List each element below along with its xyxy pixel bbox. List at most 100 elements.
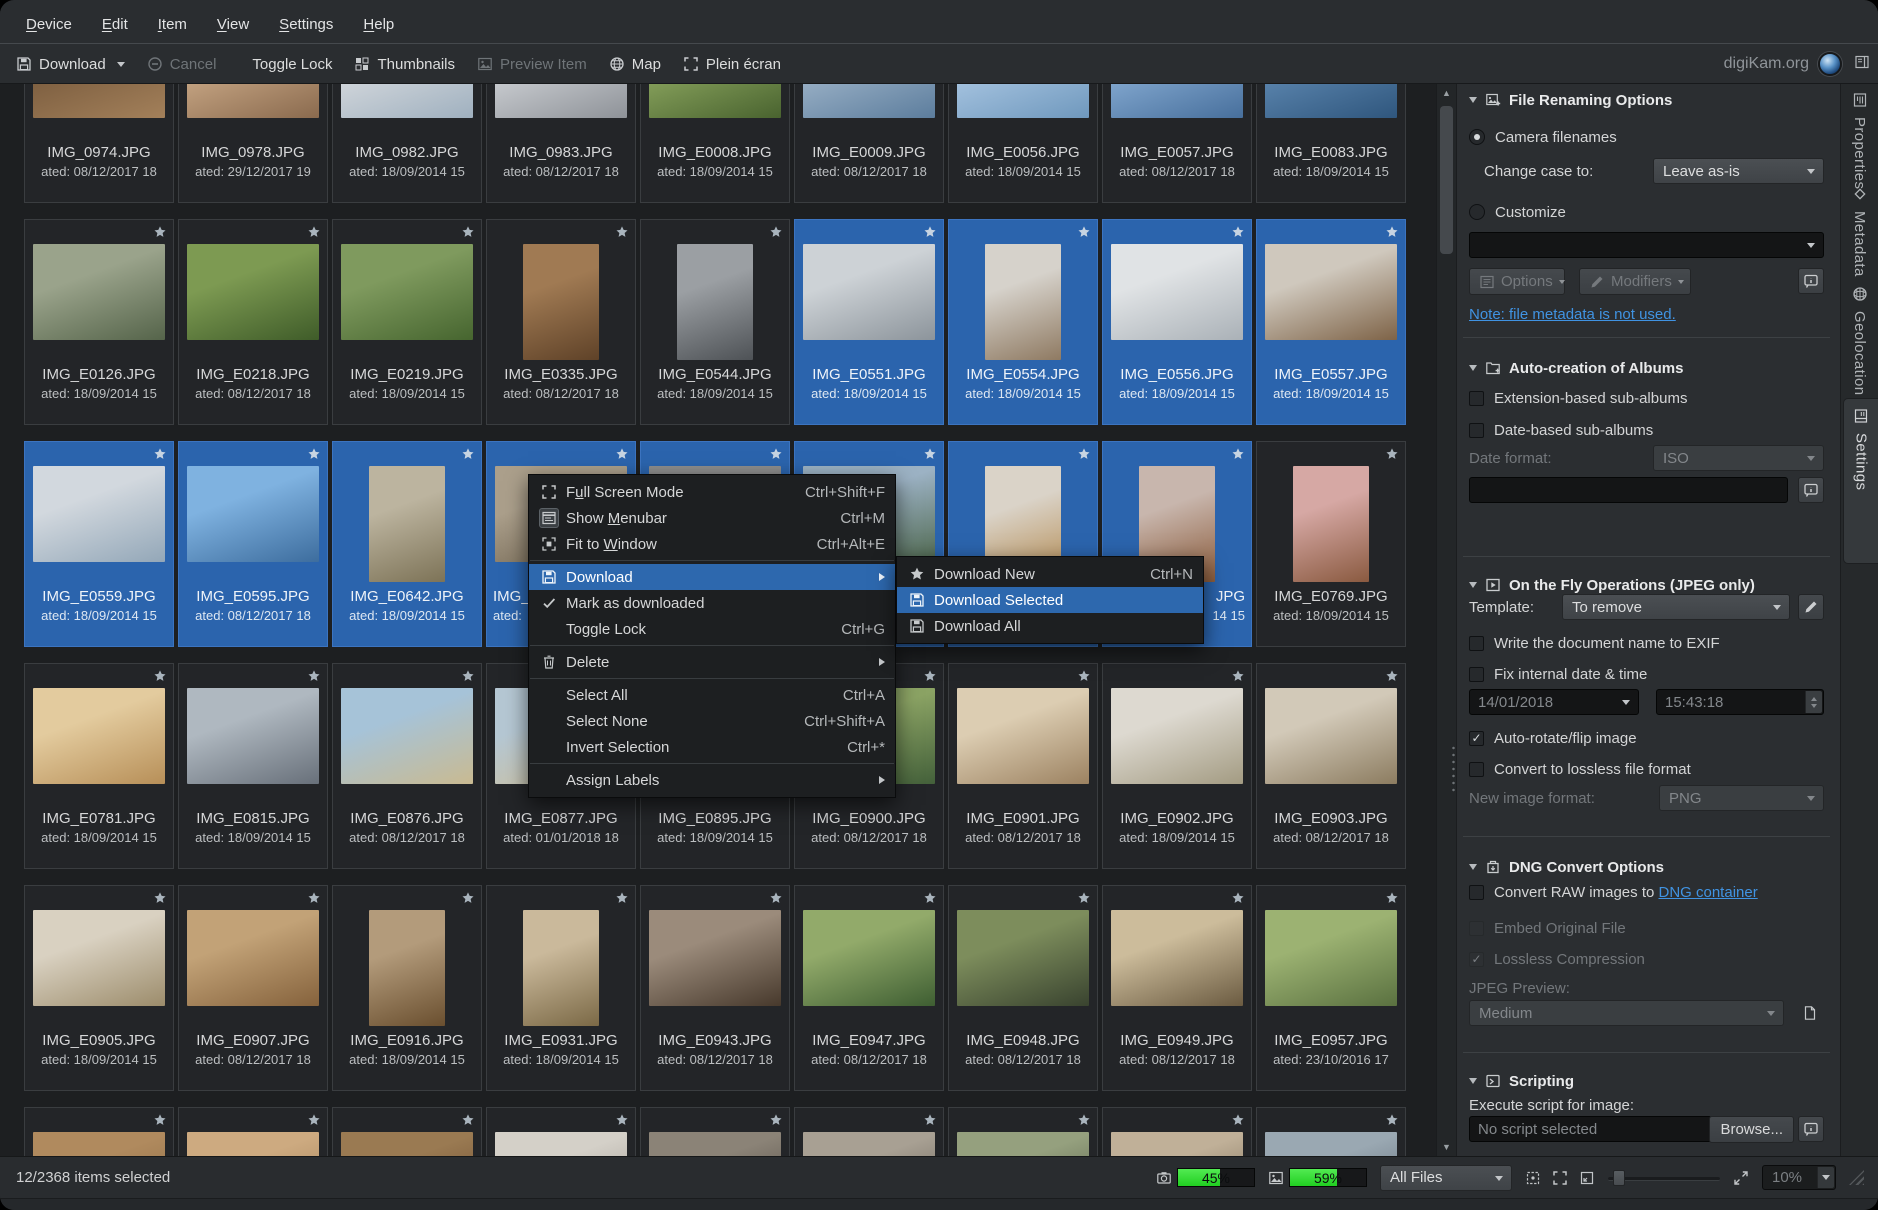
thumbnail-cell[interactable]: IMG_E0556.JPG ated: 18/09/2014 15 [1102, 219, 1252, 425]
section-dng-convert[interactable]: DNG Convert Options [1469, 855, 1824, 879]
star-icon[interactable] [1385, 225, 1399, 239]
checkbox-icon[interactable] [1469, 884, 1484, 900]
photo-thumbnail[interactable] [33, 688, 165, 784]
thumbnail-cell[interactable]: IMG_E0948.JPG ated: 08/12/2017 18 [948, 885, 1098, 1091]
photo-thumbnail[interactable] [523, 244, 599, 360]
photo-thumbnail[interactable] [187, 466, 319, 562]
thumbnail-cell[interactable]: IMG_0974.JPG ated: 08/12/2017 18 [24, 84, 174, 203]
menu-item-full-screen-mode[interactable]: Full Screen Mode Ctrl+Shift+F [529, 479, 895, 505]
thumbnail-cell[interactable]: IMG_0978.JPG ated: 29/12/2017 19 [178, 84, 328, 203]
tab-properties[interactable]: Properties [1841, 92, 1878, 189]
thumbnail-cell[interactable]: IMG_E0957.JPG ated: 23/10/2016 17 [1256, 885, 1406, 1091]
menu-item-select-none[interactable]: Select None Ctrl+Shift+A [529, 708, 895, 734]
star-icon[interactable] [1231, 225, 1245, 239]
photo-thumbnail[interactable] [341, 688, 473, 784]
photo-thumbnail[interactable] [1265, 244, 1397, 340]
photo-thumbnail[interactable] [187, 244, 319, 340]
thumbnail-cell[interactable] [794, 1107, 944, 1156]
thumbnail-cell[interactable]: IMG_E0901.JPG ated: 08/12/2017 18 [948, 663, 1098, 869]
collapse-caret-icon[interactable] [1469, 1078, 1477, 1084]
photo-thumbnail[interactable] [803, 244, 935, 340]
thumbnail-cell[interactable]: IMG_0983.JPG ated: 08/12/2017 18 [486, 84, 636, 203]
auto-rotate-checkbox[interactable]: Auto-rotate/flip image [1469, 725, 1824, 751]
star-icon[interactable] [769, 1113, 783, 1127]
menu-help[interactable]: Help [363, 16, 394, 33]
photo-thumbnail[interactable] [1265, 688, 1397, 784]
thumbnail-cell[interactable]: IMG_E0907.JPG ated: 08/12/2017 18 [178, 885, 328, 1091]
rename-pattern-input[interactable] [1469, 232, 1824, 258]
star-icon[interactable] [1231, 1113, 1245, 1127]
thumbnail-cell[interactable]: IMG_E0557.JPG ated: 18/09/2014 15 [1256, 219, 1406, 425]
photo-thumbnail[interactable] [495, 84, 627, 118]
thumbnail-size-slider[interactable] [1608, 1169, 1720, 1187]
menu-settings[interactable]: Settings [279, 16, 333, 33]
template-edit-button[interactable] [1798, 594, 1824, 620]
file-filter-select[interactable]: All Files [1380, 1164, 1512, 1191]
photo-thumbnail[interactable] [187, 1132, 319, 1156]
thumbnail-cell[interactable]: IMG_E0943.JPG ated: 08/12/2017 18 [640, 885, 790, 1091]
star-icon[interactable] [1077, 447, 1091, 461]
photo-thumbnail[interactable] [677, 244, 753, 360]
photo-thumbnail[interactable] [803, 84, 935, 118]
thumbnail-cell[interactable] [640, 1107, 790, 1156]
collapse-caret-icon[interactable] [1469, 365, 1477, 371]
photo-thumbnail[interactable] [1111, 688, 1243, 784]
star-icon[interactable] [615, 1113, 629, 1127]
photo-thumbnail[interactable] [33, 910, 165, 1006]
section-scripting[interactable]: Scripting [1469, 1069, 1824, 1093]
extension-subalbums-checkbox[interactable]: Extension-based sub-albums [1469, 385, 1824, 411]
photo-thumbnail[interactable] [1111, 910, 1243, 1006]
photo-thumbnail[interactable] [1265, 1132, 1397, 1156]
photo-thumbnail[interactable] [187, 910, 319, 1006]
thumbnail-cell[interactable]: IMG_E0902.JPG ated: 18/09/2014 15 [1102, 663, 1252, 869]
checkbox-icon[interactable] [1469, 635, 1484, 651]
star-icon[interactable] [615, 447, 629, 461]
template-select[interactable]: To remove [1562, 594, 1790, 620]
checkbox-icon[interactable] [1469, 390, 1484, 406]
thumbnail-cell[interactable]: IMG_E0903.JPG ated: 08/12/2017 18 [1256, 663, 1406, 869]
radio-icon[interactable] [1469, 129, 1485, 145]
photo-thumbnail[interactable] [187, 688, 319, 784]
date-format-input[interactable] [1469, 477, 1788, 503]
thumbnail-cell[interactable]: IMG_E0083.JPG ated: 18/09/2014 15 [1256, 84, 1406, 203]
menu-item-download-selected[interactable]: Download Selected [897, 587, 1203, 613]
menu-item-select-all[interactable]: Select All Ctrl+A [529, 682, 895, 708]
checkbox-checked-icon[interactable] [1469, 730, 1484, 746]
photo-thumbnail[interactable] [649, 84, 781, 118]
thumbnail-cell[interactable]: IMG_E0949.JPG ated: 08/12/2017 18 [1102, 885, 1252, 1091]
photo-thumbnail[interactable] [957, 688, 1089, 784]
photo-thumbnail[interactable] [187, 84, 319, 118]
photo-thumbnail[interactable] [1111, 1132, 1243, 1156]
thumbnail-cell[interactable]: IMG_E0595.JPG ated: 08/12/2017 18 [178, 441, 328, 647]
thumbnail-cell[interactable]: IMG_E0876.JPG ated: 08/12/2017 18 [332, 663, 482, 869]
collapse-caret-icon[interactable] [1469, 864, 1477, 870]
thumbnail-cell[interactable] [486, 1107, 636, 1156]
map-button[interactable]: Map [609, 56, 661, 73]
thumbnails-button[interactable]: Thumbnails [354, 56, 455, 73]
photo-thumbnail[interactable] [1265, 84, 1397, 118]
menu-item-download-new[interactable]: Download New Ctrl+N [897, 561, 1203, 587]
star-icon[interactable] [307, 447, 321, 461]
star-icon[interactable] [307, 669, 321, 683]
thumbnail-cell[interactable]: IMG_E0551.JPG ated: 18/09/2014 15 [794, 219, 944, 425]
section-file-renaming[interactable]: File Renaming Options [1469, 88, 1824, 112]
chevron-down-icon[interactable] [116, 61, 125, 67]
photo-thumbnail[interactable] [957, 910, 1089, 1006]
photo-thumbnail[interactable] [803, 1132, 935, 1156]
star-icon[interactable] [1231, 447, 1245, 461]
star-icon[interactable] [461, 891, 475, 905]
section-auto-albums[interactable]: Auto-creation of Albums [1469, 356, 1824, 380]
resize-grip[interactable] [1849, 1170, 1864, 1185]
grid-scrollbar[interactable]: ▲ ▼ [1436, 84, 1456, 1156]
star-icon[interactable] [153, 891, 167, 905]
star-icon[interactable] [923, 447, 937, 461]
star-icon[interactable] [1231, 669, 1245, 683]
thumbnail-cell[interactable]: IMG_E0559.JPG ated: 18/09/2014 15 [24, 441, 174, 647]
star-icon[interactable] [153, 669, 167, 683]
toggle-lock-button[interactable]: Toggle Lock [252, 56, 332, 73]
slider-handle[interactable] [1613, 1169, 1625, 1186]
menu-item-invert-selection[interactable]: Invert Selection Ctrl+* [529, 734, 895, 760]
thumbnail-cell[interactable] [24, 1107, 174, 1156]
star-icon[interactable] [307, 891, 321, 905]
star-icon[interactable] [1385, 1113, 1399, 1127]
